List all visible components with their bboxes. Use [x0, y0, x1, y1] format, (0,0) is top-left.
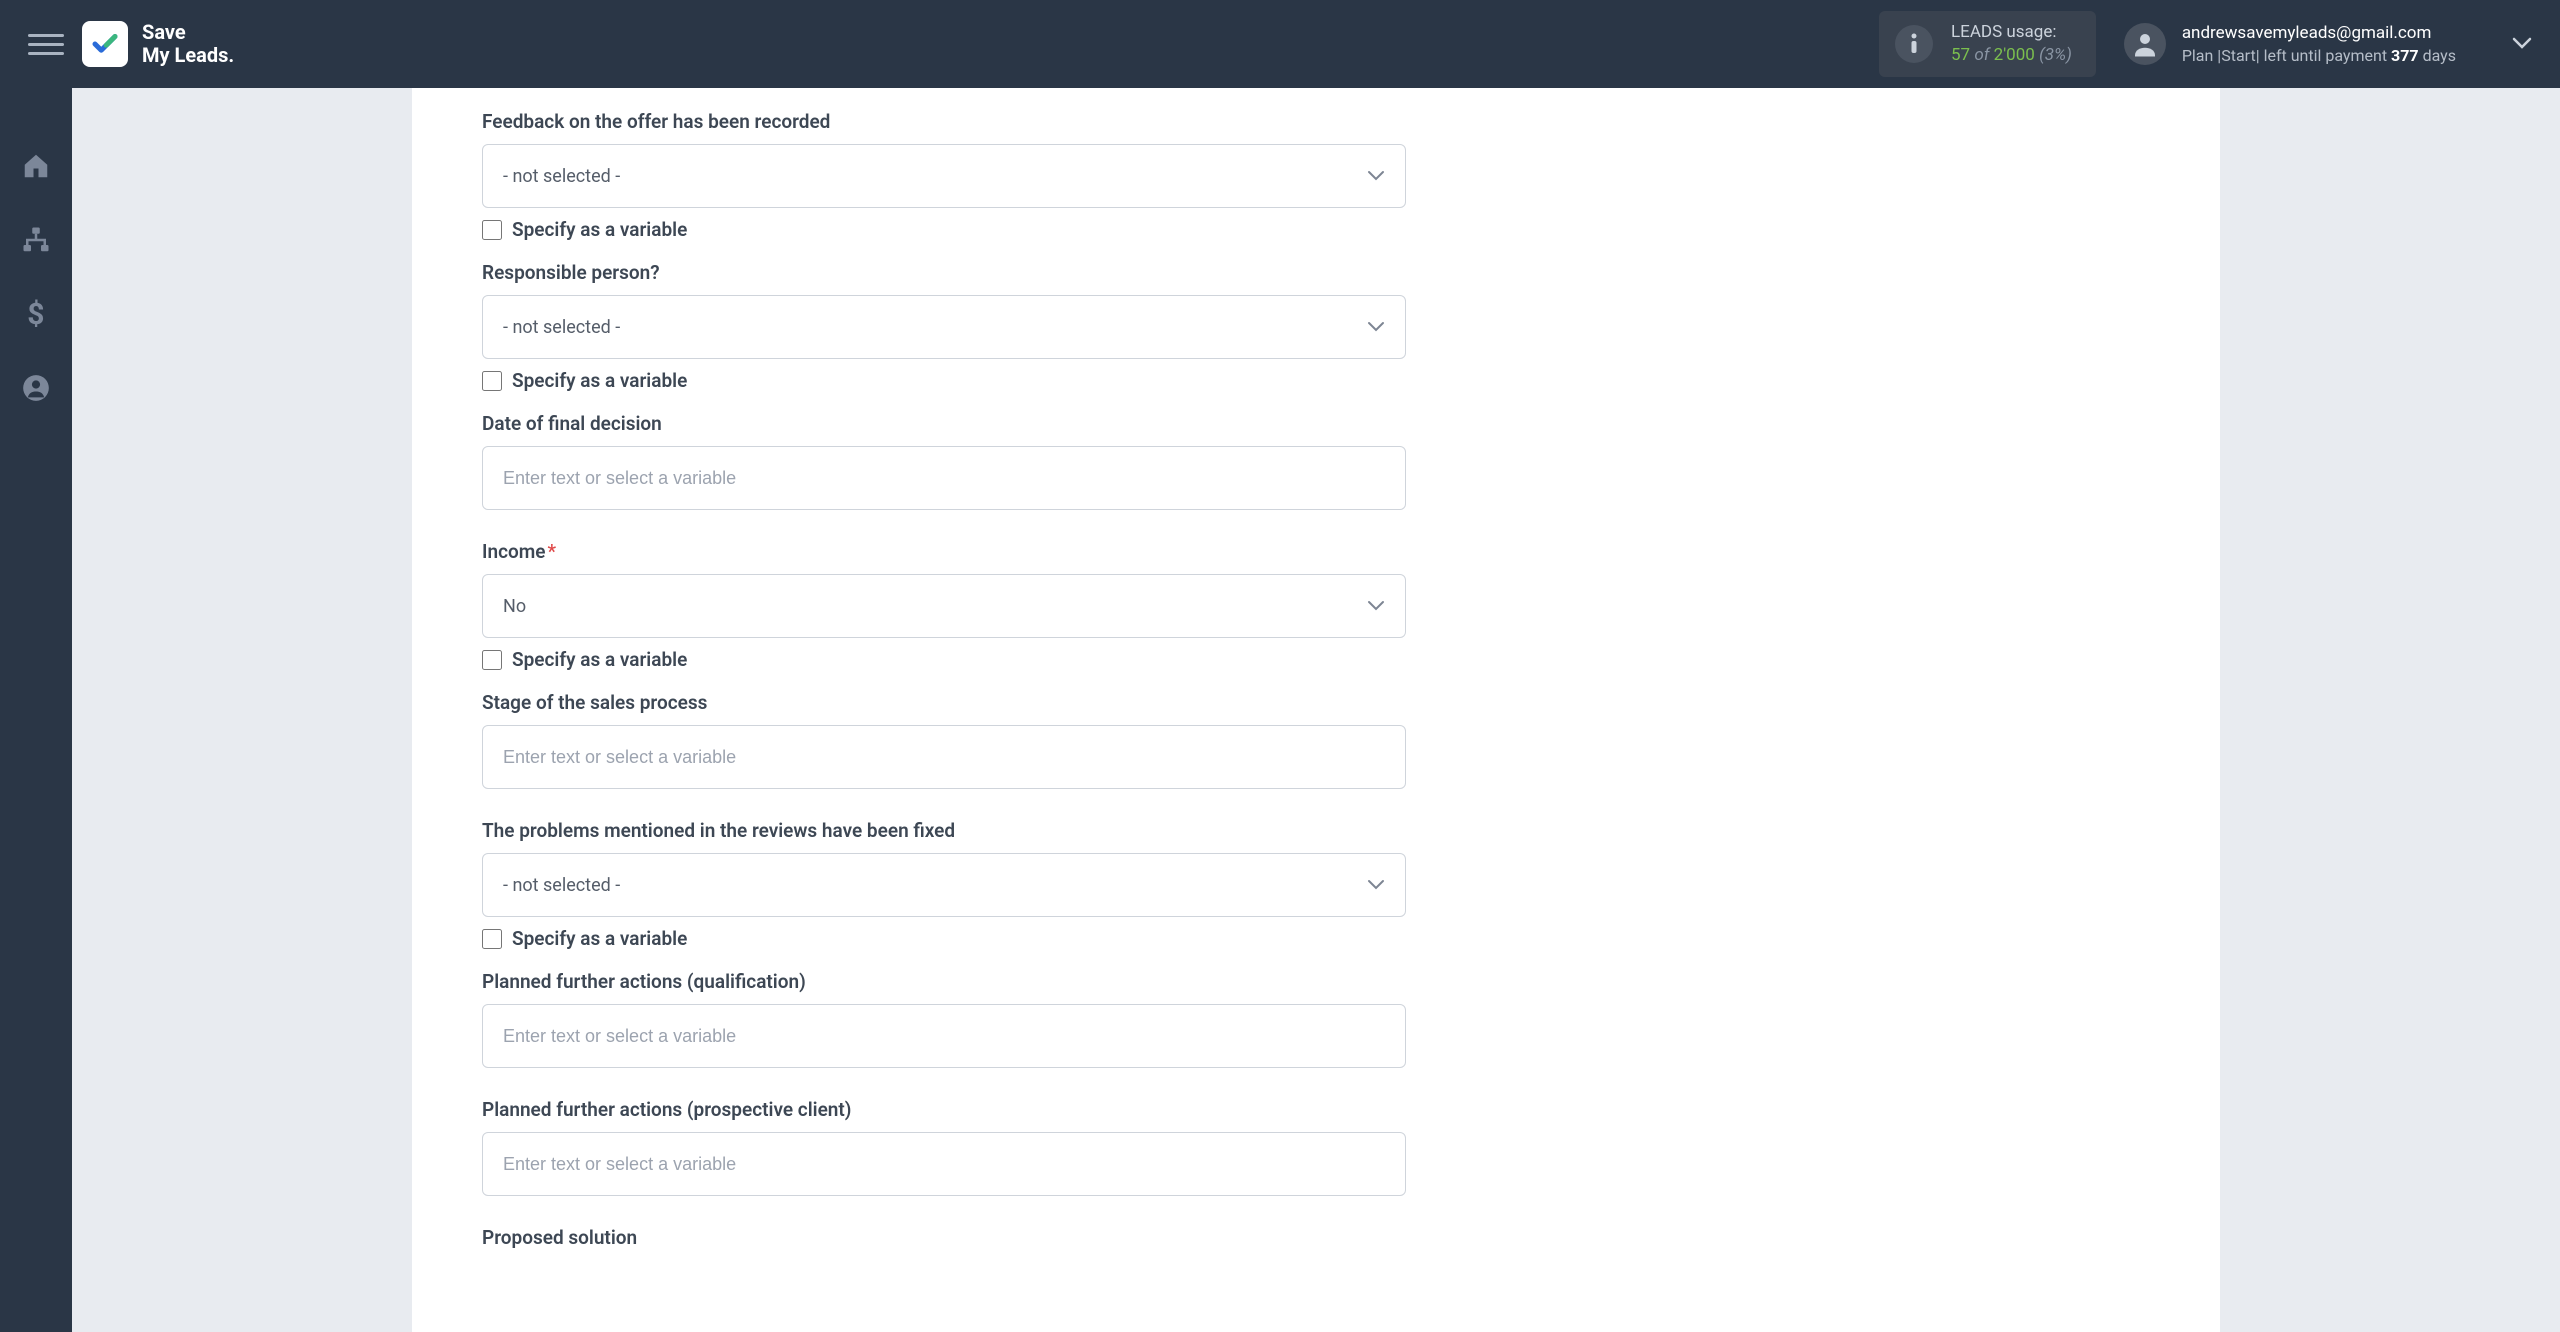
field-planned-qual: Planned further actions (qualification)	[482, 970, 1406, 1068]
chevron-down-icon	[1367, 317, 1385, 338]
field-income: Income* No Specify as a variable	[482, 540, 1406, 671]
field-planned-prospect: Planned further actions (prospective cli…	[482, 1098, 1406, 1196]
text-input[interactable]	[503, 1133, 1385, 1195]
label-feedback: Feedback on the offer has been recorded	[482, 110, 1406, 133]
home-icon	[21, 151, 51, 181]
select-feedback[interactable]: - not selected -	[482, 144, 1406, 208]
text-input[interactable]	[503, 447, 1385, 509]
label-proposed: Proposed solution	[482, 1226, 1406, 1249]
label-planned-qual: Planned further actions (qualification)	[482, 970, 1406, 993]
usage-percent: (3%)	[2039, 45, 2072, 65]
checkbox-problems-fixed-variable[interactable]	[482, 929, 502, 949]
input-stage[interactable]	[482, 725, 1406, 789]
header: Save My Leads. LEADS usage: 57 of 2'000 …	[0, 0, 2560, 88]
select-problems-fixed[interactable]: - not selected -	[482, 853, 1406, 917]
chevron-down-icon	[1367, 875, 1385, 896]
svg-text:$: $	[27, 299, 44, 329]
chevron-down-icon	[2512, 35, 2532, 54]
select-value: - not selected -	[503, 317, 620, 338]
variable-row-problems-fixed[interactable]: Specify as a variable	[482, 927, 1406, 950]
select-value: - not selected -	[503, 875, 620, 896]
input-planned-prospect[interactable]	[482, 1132, 1406, 1196]
select-income[interactable]: No	[482, 574, 1406, 638]
usage-label: LEADS usage:	[1951, 21, 2072, 44]
variable-row-responsible[interactable]: Specify as a variable	[482, 369, 1406, 392]
sidebar: $	[0, 88, 72, 1332]
variable-label: Specify as a variable	[512, 648, 687, 671]
hamburger-menu-icon[interactable]	[28, 26, 64, 62]
brand-name: Save My Leads.	[142, 21, 234, 67]
checkbox-income-variable[interactable]	[482, 650, 502, 670]
dollar-icon: $	[26, 299, 46, 329]
chevron-down-icon	[1367, 596, 1385, 617]
form-column: Feedback on the offer has been recorded …	[412, 110, 1406, 1249]
label-planned-prospect: Planned further actions (prospective cli…	[482, 1098, 1406, 1121]
variable-label: Specify as a variable	[512, 369, 687, 392]
select-value: No	[503, 596, 526, 617]
user-menu[interactable]: andrewsavemyleads@gmail.com Plan |Start|…	[2124, 22, 2532, 67]
chevron-down-icon	[1367, 166, 1385, 187]
variable-label: Specify as a variable	[512, 927, 687, 950]
label-income: Income*	[482, 540, 1406, 563]
info-icon	[1895, 25, 1933, 63]
content-card: Feedback on the offer has been recorded …	[412, 88, 2220, 1332]
usage-used: 57	[1951, 45, 1970, 65]
usage-limit: 2'000	[1994, 45, 2035, 65]
input-planned-qual[interactable]	[482, 1004, 1406, 1068]
select-responsible[interactable]: - not selected -	[482, 295, 1406, 359]
field-proposed: Proposed solution	[482, 1226, 1406, 1249]
label-stage: Stage of the sales process	[482, 691, 1406, 714]
brand-logo[interactable]	[82, 21, 128, 67]
checkbox-responsible-variable[interactable]	[482, 371, 502, 391]
select-value: - not selected -	[503, 166, 620, 187]
avatar-icon	[2124, 23, 2166, 65]
leads-usage-box: LEADS usage: 57 of 2'000 (3%)	[1879, 11, 2096, 77]
connections-icon	[21, 225, 51, 255]
user-plan: Plan |Start| left until payment 377 days	[2182, 45, 2456, 67]
checkmark-icon	[90, 29, 120, 59]
text-input[interactable]	[503, 726, 1385, 788]
variable-row-feedback[interactable]: Specify as a variable	[482, 218, 1406, 241]
sidebar-account[interactable]	[18, 370, 54, 406]
label-problems-fixed: The problems mentioned in the reviews ha…	[482, 819, 1406, 842]
field-responsible: Responsible person? - not selected - Spe…	[482, 261, 1406, 392]
label-responsible: Responsible person?	[482, 261, 1406, 284]
sidebar-home[interactable]	[18, 148, 54, 184]
variable-label: Specify as a variable	[512, 218, 687, 241]
field-feedback: Feedback on the offer has been recorded …	[482, 110, 1406, 241]
field-stage: Stage of the sales process	[482, 691, 1406, 789]
field-problems-fixed: The problems mentioned in the reviews ha…	[482, 819, 1406, 950]
checkbox-feedback-variable[interactable]	[482, 220, 502, 240]
input-final-decision[interactable]	[482, 446, 1406, 510]
sidebar-billing[interactable]: $	[18, 296, 54, 332]
variable-row-income[interactable]: Specify as a variable	[482, 648, 1406, 671]
usage-of: of	[1974, 45, 1993, 65]
field-final-decision: Date of final decision	[482, 412, 1406, 510]
text-input[interactable]	[503, 1005, 1385, 1067]
sidebar-connections[interactable]	[18, 222, 54, 258]
user-email: andrewsavemyleads@gmail.com	[2182, 22, 2456, 45]
label-final-decision: Date of final decision	[482, 412, 1406, 435]
page: Feedback on the offer has been recorded …	[72, 0, 2560, 1332]
user-icon	[22, 374, 50, 402]
required-indicator: *	[547, 540, 556, 563]
